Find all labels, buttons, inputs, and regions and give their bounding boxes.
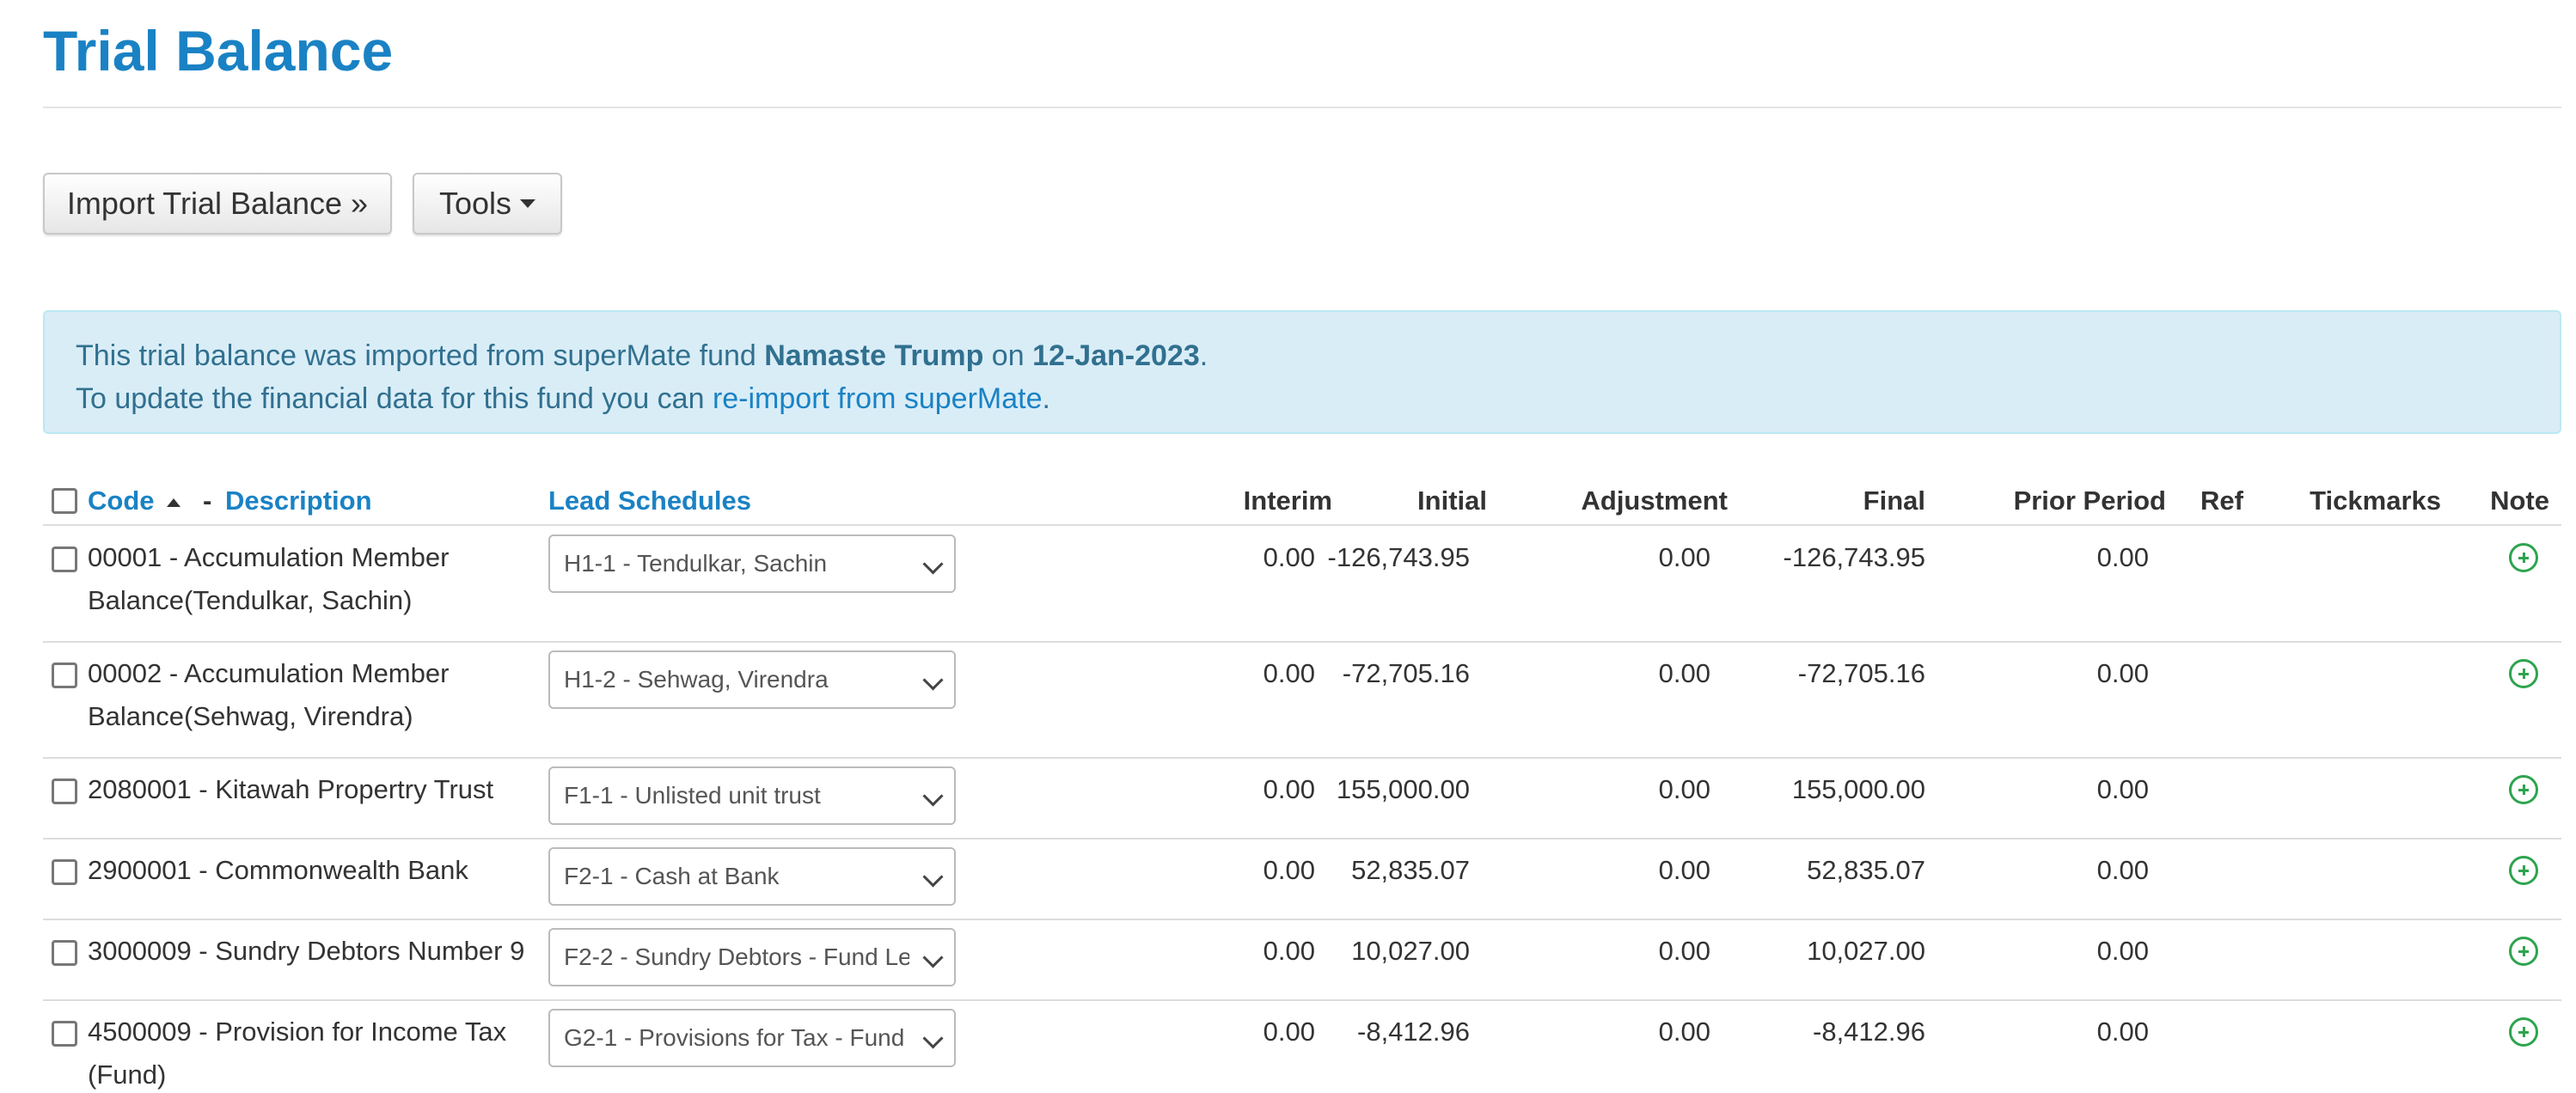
alert-text-prefix: This trial balance was imported from sup… xyxy=(76,339,765,372)
header-initial: Initial xyxy=(1417,485,1487,516)
header-description[interactable]: Description xyxy=(225,478,372,524)
row-checkbox[interactable] xyxy=(52,546,77,572)
header-adjustment: Adjustment xyxy=(1581,485,1729,516)
initial-value: -126,743.95 xyxy=(1327,542,1470,572)
lead-schedule-select[interactable]: G2-1 - Provisions for Tax - Fund xyxy=(548,1009,956,1067)
adjustment-value: 0.00 xyxy=(1658,542,1710,572)
header-separator: - xyxy=(203,485,212,516)
row-description: 4500009 - Provision for Income Tax (Fund… xyxy=(88,1017,507,1090)
caret-down-icon xyxy=(520,199,536,208)
row-checkbox[interactable] xyxy=(52,1021,77,1047)
lead-schedule-select[interactable]: F2-1 - Cash at Bank xyxy=(548,847,956,906)
import-trial-balance-button[interactable]: Import Trial Balance » xyxy=(43,173,392,235)
row-description: 00002 - Accumulation Member Balance(Sehw… xyxy=(88,658,450,731)
plus-circle-icon[interactable] xyxy=(2509,937,2538,966)
lead-schedule-value: F2-1 - Cash at Bank xyxy=(564,863,780,889)
final-value: 10,027.00 xyxy=(1807,936,1925,966)
lead-schedule-value: F1-1 - Unlisted unit trust xyxy=(564,782,821,809)
header-final: Final xyxy=(1863,485,1925,516)
final-value: 155,000.00 xyxy=(1791,774,1925,804)
table-row: 00002 - Accumulation Member Balance(Sehw… xyxy=(43,642,2561,759)
trial-balance-page: Trial Balance Import Trial Balance » Too… xyxy=(0,0,2576,1093)
initial-value: -8,412.96 xyxy=(1357,1017,1470,1047)
initial-value: 52,835.07 xyxy=(1351,855,1470,885)
final-value: -72,705.16 xyxy=(1797,658,1925,688)
reimport-link[interactable]: re-import from superMate xyxy=(713,382,1043,415)
prior-period-value: 0.00 xyxy=(2096,855,2149,885)
prior-period-value: 0.00 xyxy=(2096,658,2149,688)
import-button-label: Import Trial Balance » xyxy=(66,186,369,221)
row-checkbox[interactable] xyxy=(52,940,77,966)
plus-circle-icon[interactable] xyxy=(2509,659,2538,688)
row-checkbox[interactable] xyxy=(52,663,77,688)
adjustment-value: 0.00 xyxy=(1658,774,1710,804)
plus-circle-icon[interactable] xyxy=(2509,775,2538,804)
plus-circle-icon[interactable] xyxy=(2509,543,2538,572)
header-note: Note xyxy=(2490,485,2549,516)
adjustment-value: 0.00 xyxy=(1658,855,1710,885)
page-title: Trial Balance xyxy=(43,19,394,82)
table-row: 4500009 - Provision for Income Tax (Fund… xyxy=(43,1000,2561,1093)
final-value: 52,835.07 xyxy=(1807,855,1925,885)
initial-value: 10,027.00 xyxy=(1351,936,1470,966)
adjustment-value: 0.00 xyxy=(1658,658,1710,688)
header-code[interactable]: Code xyxy=(88,478,181,524)
lead-schedule-select[interactable]: F1-1 - Unlisted unit trust xyxy=(548,766,956,825)
adjustment-value: 0.00 xyxy=(1658,1017,1710,1047)
final-value: -126,743.95 xyxy=(1783,542,1925,572)
prior-period-value: 0.00 xyxy=(2096,1017,2149,1047)
lead-schedule-select[interactable]: H1-2 - Sehwag, Virendra xyxy=(548,650,956,709)
tools-dropdown-button[interactable]: Tools xyxy=(413,173,562,235)
final-value: -8,412.96 xyxy=(1813,1017,1925,1047)
prior-period-value: 0.00 xyxy=(2096,542,2149,572)
prior-period-value: 0.00 xyxy=(2096,936,2149,966)
lead-schedule-value: F2-2 - Sundry Debtors - Fund Level xyxy=(564,943,943,970)
header-tickmarks: Tickmarks xyxy=(2310,485,2441,516)
tools-button-label: Tools xyxy=(438,186,512,221)
lead-schedule-value: G2-1 - Provisions for Tax - Fund xyxy=(564,1024,905,1051)
header-code-label: Code xyxy=(88,485,155,516)
row-description: 2080001 - Kitawah Propertry Trust xyxy=(88,774,494,804)
lead-schedule-select[interactable]: F2-2 - Sundry Debtors - Fund Level xyxy=(548,928,956,986)
header-prior-period: Prior Period xyxy=(2013,485,2166,516)
plus-circle-icon[interactable] xyxy=(2509,1017,2538,1047)
alert-fund-name: Namaste Trump xyxy=(764,339,984,372)
header-ref: Ref xyxy=(2200,485,2243,516)
alert-line-1: This trial balance was imported from sup… xyxy=(76,334,2560,377)
table-row: 00001 - Accumulation Member Balance(Tend… xyxy=(43,526,2561,643)
alert-line-2: To update the financial data for this fu… xyxy=(76,377,2560,420)
alert-text-end: . xyxy=(1042,382,1050,415)
initial-value: -72,705.16 xyxy=(1342,658,1470,688)
plus-circle-icon[interactable] xyxy=(2509,856,2538,885)
lead-schedule-select[interactable]: H1-1 - Tendulkar, Sachin xyxy=(548,534,956,593)
table-row: 2080001 - Kitawah Propertry Trust F1-1 -… xyxy=(43,758,2561,840)
table-row: 3000009 - Sundry Debtors Number 9 F2-2 -… xyxy=(43,919,2561,1001)
lead-schedule-value: H1-2 - Sehwag, Virendra xyxy=(564,666,829,693)
row-checkbox[interactable] xyxy=(52,779,77,804)
alert-text-suffix: . xyxy=(1199,339,1208,372)
header-lead-schedules[interactable]: Lead Schedules xyxy=(548,478,751,524)
alert-text-update: To update the financial data for this fu… xyxy=(76,382,713,415)
alert-import-date: 12-Jan-2023 xyxy=(1032,339,1200,372)
select-all-checkbox[interactable] xyxy=(52,488,77,514)
lead-schedule-value: H1-1 - Tendulkar, Sachin xyxy=(564,550,828,577)
row-description: 2900001 - Commonwealth Bank xyxy=(88,855,468,885)
import-info-alert: This trial balance was imported from sup… xyxy=(43,310,2561,434)
sort-asc-icon xyxy=(166,498,181,507)
initial-value: 155,000.00 xyxy=(1336,774,1470,804)
row-description: 3000009 - Sundry Debtors Number 9 xyxy=(88,936,525,966)
table-row: 2900001 - Commonwealth Bank F2-1 - Cash … xyxy=(43,839,2561,920)
row-description: 00001 - Accumulation Member Balance(Tend… xyxy=(88,542,450,615)
prior-period-value: 0.00 xyxy=(2096,774,2149,804)
title-divider xyxy=(43,107,2561,108)
adjustment-value: 0.00 xyxy=(1658,936,1710,966)
alert-text-mid: on xyxy=(983,339,1033,372)
row-checkbox[interactable] xyxy=(52,859,77,885)
